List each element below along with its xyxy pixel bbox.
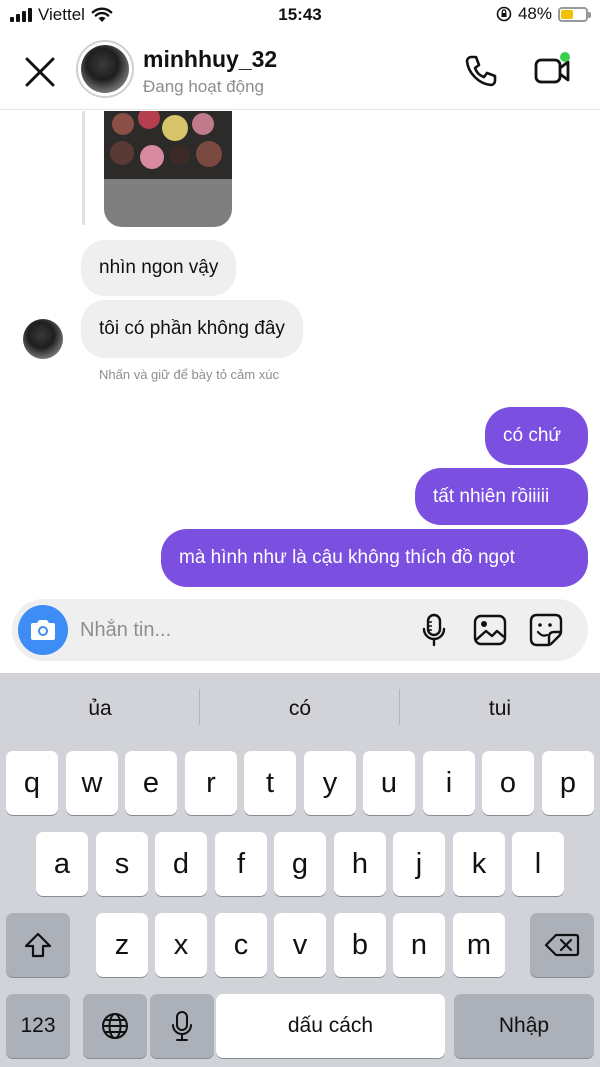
numbers-key[interactable]: 123 [6, 994, 70, 1058]
backspace-icon [544, 933, 580, 957]
message-bubble[interactable]: tất nhiên rồiiiii [415, 468, 588, 525]
globe-key[interactable] [83, 994, 147, 1058]
shift-icon [24, 932, 52, 958]
battery-percent: 48% [517, 4, 552, 23]
reply-line [82, 111, 85, 225]
key-e[interactable]: e [125, 751, 177, 815]
close-icon [25, 57, 55, 87]
key-m[interactable]: m [453, 913, 505, 977]
key-l[interactable]: l [512, 832, 564, 896]
key-q[interactable]: q [6, 751, 58, 815]
key-o[interactable]: o [482, 751, 534, 815]
key-b[interactable]: b [334, 913, 386, 977]
shift-key[interactable] [6, 913, 70, 977]
message-bubble[interactable]: có chứ [485, 407, 588, 465]
battery-icon [558, 6, 591, 22]
key-d[interactable]: d [155, 832, 207, 896]
key-v[interactable]: v [274, 913, 326, 977]
microphone-button[interactable] [416, 612, 452, 648]
key-f[interactable]: f [215, 832, 267, 896]
key-i[interactable]: i [423, 751, 475, 815]
camera-button[interactable] [18, 605, 68, 655]
chat-header: minhhuy_32 Đang hoạt động [0, 30, 600, 110]
return-key[interactable]: Nhập [454, 994, 594, 1058]
key-y[interactable]: y [304, 751, 356, 815]
contact-avatar[interactable] [76, 40, 134, 98]
keyboard: ủa có tui q w e r t y u i o p a s d f g … [0, 673, 600, 1067]
reaction-hint: Nhấn và giữ để bày tỏ cảm xúc [99, 367, 279, 382]
message-text: có chứ [503, 425, 562, 446]
key-t[interactable]: t [244, 751, 296, 815]
globe-icon [102, 1013, 128, 1039]
sender-avatar[interactable] [23, 319, 63, 359]
sticker-button[interactable] [528, 612, 564, 648]
contact-name[interactable]: minhhuy_32 [143, 46, 277, 73]
post-photo [104, 111, 232, 179]
key-j[interactable]: j [393, 832, 445, 896]
key-n[interactable]: n [393, 913, 445, 977]
message-composer [12, 599, 588, 661]
message-text: tất nhiên rồiiiii [433, 485, 550, 507]
battery-level [561, 9, 573, 19]
message-text: tôi có phần không đây [99, 318, 285, 339]
message-bubble[interactable]: nhìn ngon vậy [81, 240, 237, 296]
suggestion-item[interactable]: có [200, 673, 400, 745]
key-a[interactable]: a [36, 832, 88, 896]
message-bubble[interactable]: mà hình như là cậu không thích đồ ngọt [161, 529, 588, 587]
image-icon [473, 614, 507, 646]
key-w[interactable]: w [66, 751, 118, 815]
shared-post-thumbnail[interactable] [104, 111, 232, 227]
suggestion-bar: ủa có tui [0, 673, 600, 745]
voice-call-button[interactable] [462, 52, 500, 90]
microphone-icon [172, 1011, 192, 1041]
key-r[interactable]: r [185, 751, 237, 815]
suggestion-item[interactable]: tui [400, 673, 600, 745]
key-x[interactable]: x [155, 913, 207, 977]
key-k[interactable]: k [453, 832, 505, 896]
online-status-dot [560, 52, 570, 62]
contact-status: Đang hoạt động [143, 77, 264, 96]
sticker-icon [529, 613, 563, 647]
phone-icon [465, 55, 497, 87]
message-text: nhìn ngon vậy [99, 257, 219, 278]
space-key[interactable]: dấu cách [216, 994, 445, 1058]
close-button[interactable] [20, 52, 60, 92]
message-bubble[interactable]: tôi có phần không đây [81, 300, 303, 358]
key-u[interactable]: u [363, 751, 415, 815]
video-call-button[interactable] [532, 50, 574, 90]
key-s[interactable]: s [96, 832, 148, 896]
message-input[interactable] [80, 613, 400, 647]
key-p[interactable]: p [542, 751, 594, 815]
key-c[interactable]: c [215, 913, 267, 977]
orientation-lock-icon [496, 6, 512, 22]
dictation-key[interactable] [150, 994, 214, 1058]
key-z[interactable]: z [96, 913, 148, 977]
gallery-button[interactable] [472, 612, 508, 648]
camera-icon [31, 620, 55, 640]
key-h[interactable]: h [334, 832, 386, 896]
message-list[interactable]: nhìn ngon vậy tôi có phần không đây Nhấn… [0, 111, 600, 601]
microphone-icon [422, 613, 446, 647]
message-text: mà hình như là cậu không thích đồ ngọt [179, 547, 515, 568]
avatar-image [81, 45, 129, 93]
suggestion-item[interactable]: ủa [0, 673, 200, 745]
status-bar: Viettel 15:43 48% [0, 0, 600, 30]
key-g[interactable]: g [274, 832, 326, 896]
backspace-key[interactable] [530, 913, 594, 977]
status-right: 48% [496, 4, 591, 24]
